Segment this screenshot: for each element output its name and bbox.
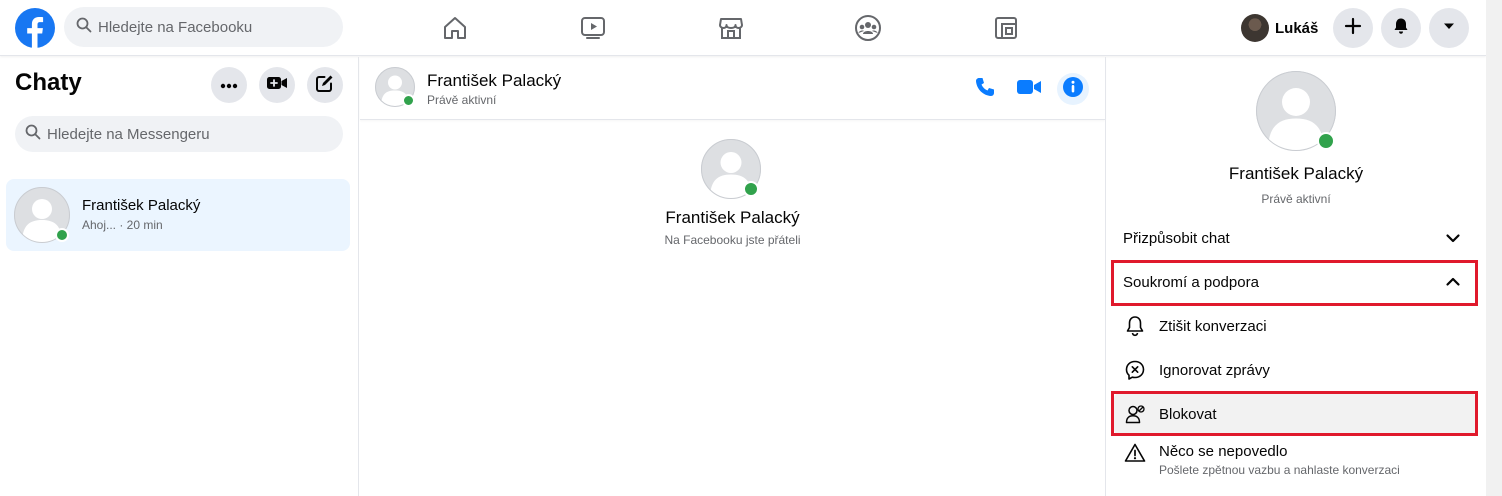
info-icon xyxy=(1062,76,1084,103)
page-scrollbar[interactable] xyxy=(1486,0,1502,496)
ignore-messages-option[interactable]: Ignorovat zprávy xyxy=(1114,349,1476,391)
report-text: Něco se nepovedlo Pošlete zpětnou vazbu … xyxy=(1159,443,1400,477)
chevron-down-icon xyxy=(1444,229,1462,247)
chat-list-panel: Chaty Hledejte na Messengeru František P… xyxy=(0,57,359,496)
option-label: Něco se nepovedlo xyxy=(1159,443,1288,460)
account-menu-button[interactable] xyxy=(1429,8,1469,48)
compose-icon xyxy=(315,73,335,98)
video-camera-icon xyxy=(1016,77,1042,102)
bell-icon xyxy=(1392,17,1410,40)
chat-preview: Ahoj... · 20 min xyxy=(82,218,163,232)
facebook-search-input[interactable]: Hledejte na Facebooku xyxy=(64,7,343,47)
video-plus-icon xyxy=(266,75,288,96)
home-icon[interactable] xyxy=(439,12,471,44)
chat-name: František Palacký xyxy=(82,197,201,214)
conversation-header: František Palacký Právě aktivní xyxy=(360,57,1105,120)
facebook-logo-icon[interactable] xyxy=(15,8,55,48)
details-name: František Palacký xyxy=(1228,164,1364,183)
avatar xyxy=(14,187,70,243)
new-message-button[interactable] xyxy=(307,67,343,103)
new-room-button[interactable] xyxy=(259,67,295,103)
intro-name: František Palacký xyxy=(665,208,800,227)
top-navigation-bar: Hledejte na Facebooku Lukáš xyxy=(0,0,1486,56)
plus-icon xyxy=(1344,17,1362,40)
conversation-info-button[interactable] xyxy=(1057,73,1089,105)
more-options-icon xyxy=(220,76,238,94)
customize-chat-section[interactable]: Přizpůsobit chat xyxy=(1114,217,1476,259)
watch-icon[interactable] xyxy=(577,12,609,44)
avatar[interactable] xyxy=(1256,71,1336,151)
page-title: Chaty xyxy=(15,69,82,96)
search-icon xyxy=(76,17,92,38)
option-sublabel: Pošlete zpětnou vazbu a nahlaste konverz… xyxy=(1159,463,1400,477)
create-button[interactable] xyxy=(1333,8,1373,48)
search-icon xyxy=(25,124,41,145)
warning-icon xyxy=(1123,441,1147,465)
avatar[interactable] xyxy=(375,67,415,107)
marketplace-icon[interactable] xyxy=(715,12,747,44)
option-label: Ztišit konverzaci xyxy=(1159,317,1267,335)
video-call-button[interactable] xyxy=(1013,73,1045,105)
groups-icon[interactable] xyxy=(852,12,884,44)
messenger-search-input[interactable]: Hledejte na Messengeru xyxy=(15,116,343,152)
avatar[interactable] xyxy=(701,139,761,199)
details-status: Právě aktivní xyxy=(1261,192,1331,206)
online-status-dot xyxy=(1317,132,1335,150)
conversation-status: Právě aktivní xyxy=(427,93,497,107)
highlight-frame xyxy=(1111,391,1478,436)
chat-list-item[interactable]: František Palacký Ahoj... · 20 min xyxy=(6,179,350,251)
conversation-name[interactable]: František Palacký xyxy=(427,71,561,91)
voice-call-button[interactable] xyxy=(969,73,1001,105)
mute-conversation-option[interactable]: Ztišit konverzaci xyxy=(1114,305,1476,347)
online-status-dot xyxy=(402,94,415,107)
search-placeholder: Hledejte na Messengeru xyxy=(47,125,210,143)
ignore-message-icon xyxy=(1123,358,1147,382)
conversation-panel: František Palacký Právě aktivní Františe… xyxy=(360,57,1105,496)
intro-subtitle: Na Facebooku jste přáteli xyxy=(664,233,801,247)
bell-outline-icon xyxy=(1123,314,1147,338)
avatar xyxy=(1241,14,1269,42)
online-status-dot xyxy=(55,228,69,242)
gaming-icon[interactable] xyxy=(990,12,1022,44)
options-button[interactable] xyxy=(211,67,247,103)
notifications-button[interactable] xyxy=(1381,8,1421,48)
option-label: Ignorovat zprávy xyxy=(1159,361,1270,379)
section-label: Přizpůsobit chat xyxy=(1123,229,1230,247)
report-problem-option[interactable]: Něco se nepovedlo Pošlete zpětnou vazbu … xyxy=(1114,437,1476,487)
online-status-dot xyxy=(743,181,759,197)
profile-button[interactable]: Lukáš xyxy=(1238,10,1324,46)
phone-icon xyxy=(974,76,996,103)
profile-name: Lukáš xyxy=(1275,19,1319,37)
caret-down-icon xyxy=(1441,18,1457,39)
search-placeholder: Hledejte na Facebooku xyxy=(98,18,253,36)
chat-details-panel: František Palacký Právě aktivní Přizpůso… xyxy=(1105,57,1486,496)
highlight-frame xyxy=(1111,260,1478,306)
